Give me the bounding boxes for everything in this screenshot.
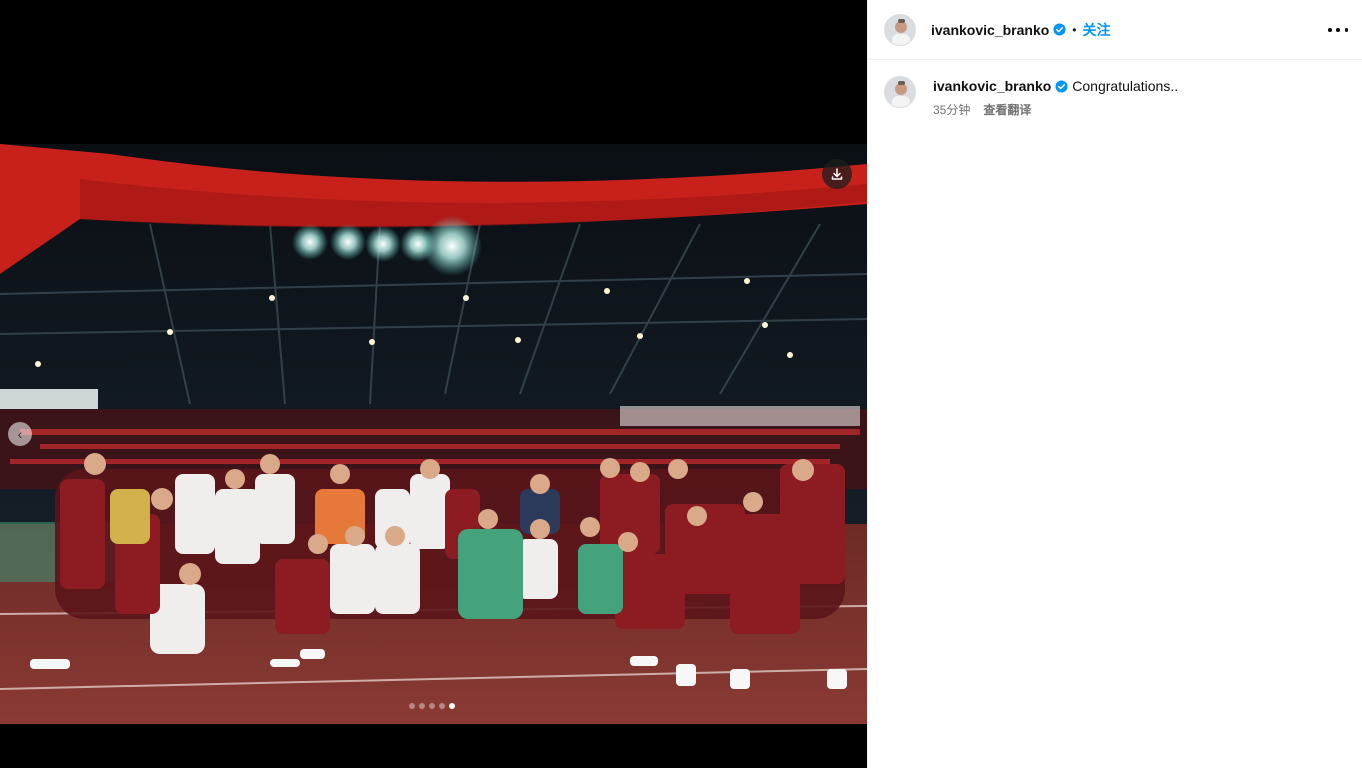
media-viewer: ‹ bbox=[0, 0, 867, 768]
carousel-dot bbox=[419, 703, 425, 709]
carousel-prev-button[interactable]: ‹ bbox=[8, 422, 32, 446]
carousel-dot bbox=[429, 703, 435, 709]
caption-author-username[interactable]: ivankovic_branko bbox=[933, 78, 1051, 94]
more-options-button[interactable] bbox=[1328, 20, 1348, 40]
caption-meta: 35分钟 查看翻译 bbox=[933, 101, 1178, 118]
post-side-panel: ivankovic_branko • 关注 ivankovic_branko C… bbox=[867, 0, 1362, 768]
author-avatar[interactable] bbox=[884, 13, 916, 46]
separator-dot: • bbox=[1072, 22, 1077, 37]
download-button[interactable] bbox=[822, 159, 852, 189]
author-username[interactable]: ivankovic_branko bbox=[931, 22, 1049, 38]
more-horizontal-icon bbox=[1328, 28, 1332, 32]
download-icon bbox=[831, 168, 843, 180]
carousel-dot bbox=[439, 703, 445, 709]
post-photo bbox=[0, 144, 867, 724]
see-translation-button[interactable]: 查看翻译 bbox=[983, 101, 1031, 118]
caption-comment: ivankovic_branko Congratulations.. 35分钟 … bbox=[868, 60, 1362, 134]
caption-text: Congratulations.. bbox=[1072, 78, 1179, 94]
follow-button[interactable]: 关注 bbox=[1082, 20, 1110, 40]
carousel-dot bbox=[409, 703, 415, 709]
post-header: ivankovic_branko • 关注 bbox=[868, 0, 1362, 60]
caption-timestamp[interactable]: 35分钟 bbox=[933, 101, 970, 118]
verified-badge-icon bbox=[1055, 79, 1068, 93]
carousel-indicator bbox=[409, 703, 455, 709]
carousel-dot-active bbox=[449, 703, 455, 709]
verified-badge-icon bbox=[1053, 23, 1066, 36]
chevron-left-icon: ‹ bbox=[17, 425, 23, 442]
caption-line: ivankovic_branko Congratulations.. bbox=[933, 78, 1178, 94]
caption-author-avatar[interactable] bbox=[884, 76, 916, 108]
caption-body: ivankovic_branko Congratulations.. 35分钟 … bbox=[933, 78, 1178, 118]
